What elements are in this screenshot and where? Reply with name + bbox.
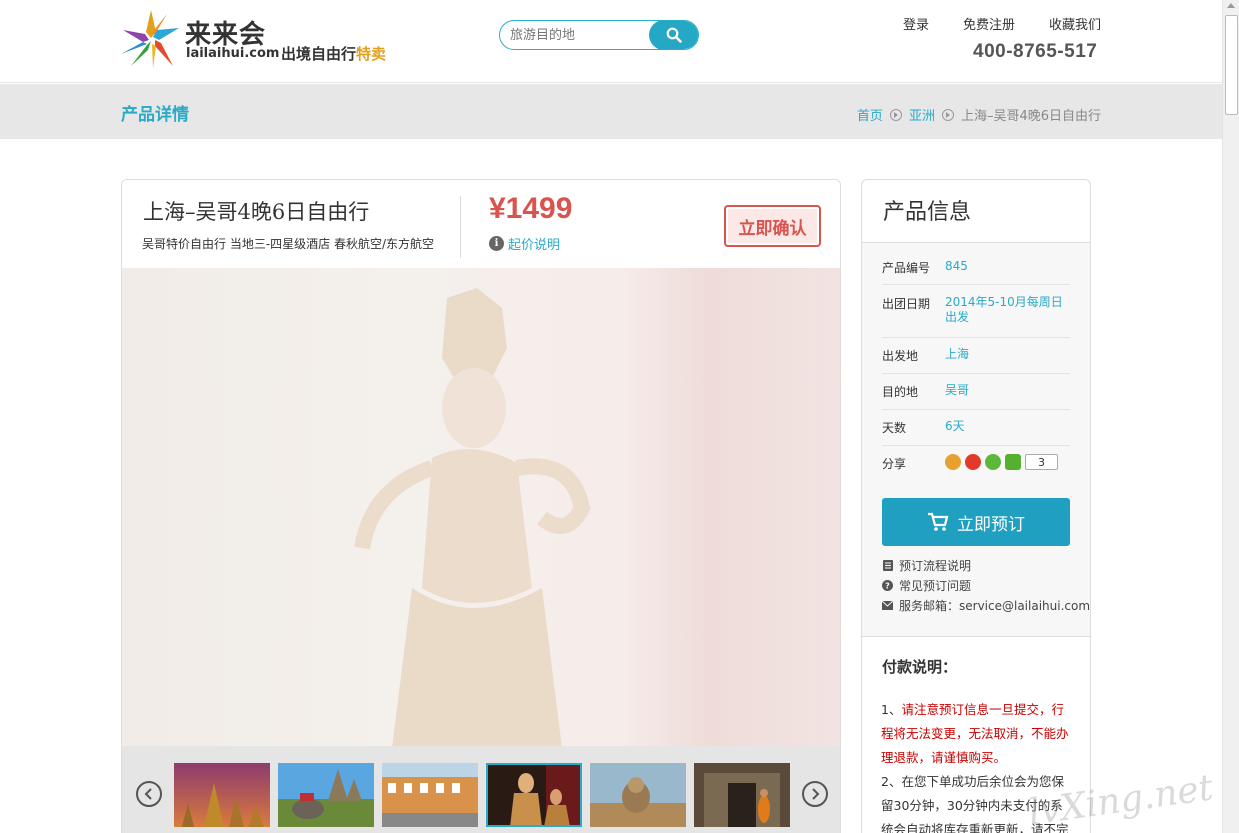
site-header: 来来会 lailaihui.com 出境自由行特卖 登录 免费注册 收藏我们 4… bbox=[0, 0, 1222, 83]
vertical-scrollbar[interactable] bbox=[1222, 0, 1239, 833]
qzone-icon[interactable] bbox=[945, 454, 961, 470]
info-key: 产品编号 bbox=[882, 261, 931, 275]
slogan-main: 出境自由行 bbox=[281, 45, 357, 63]
thumbnail-monkey[interactable] bbox=[590, 763, 686, 827]
thumbnail-colonial-street[interactable] bbox=[382, 763, 478, 827]
info-row-departure-date: 出团日期 2014年5-10月每周日出发 bbox=[882, 295, 1070, 338]
breadcrumb-arrow-icon bbox=[889, 108, 902, 121]
thumbnail-monk-ruins[interactable] bbox=[694, 763, 790, 827]
hotline-phone: 400-8765-517 bbox=[973, 41, 1098, 62]
apsara-dancer-image bbox=[354, 288, 591, 746]
info-value: 6天 bbox=[945, 419, 965, 433]
svg-text:?: ? bbox=[885, 581, 890, 590]
info-icon: i bbox=[489, 236, 504, 251]
logo-star-icon[interactable] bbox=[121, 10, 181, 68]
info-row-days: 天数 6天 bbox=[882, 419, 1070, 446]
divider bbox=[862, 636, 1090, 637]
thumbnail-strip bbox=[122, 746, 840, 833]
prev-arrow-icon[interactable] bbox=[136, 781, 162, 807]
price-note-label: 起价说明 bbox=[508, 238, 561, 253]
share-icons: 3 bbox=[945, 454, 1058, 470]
search-button[interactable] bbox=[649, 21, 698, 49]
thumbnail-temple-sunset[interactable] bbox=[174, 763, 270, 827]
register-link[interactable]: 免费注册 bbox=[963, 14, 1015, 33]
scroll-up-icon[interactable] bbox=[1227, 3, 1235, 8]
booking-process-link[interactable]: 预订流程说明 bbox=[882, 555, 1090, 575]
share-label: 分享 bbox=[882, 457, 907, 471]
payment-item-1-warning: 请注意预订信息一旦提交，行程将无法变更，无法取消，不能办理退款，请谨慎购买。 bbox=[881, 702, 1069, 765]
service-email-link[interactable]: 服务邮箱：service@lailaihui.com bbox=[882, 595, 1090, 615]
hero-image bbox=[122, 268, 840, 746]
thumbnail-elephant-ride[interactable] bbox=[278, 763, 374, 827]
product-subtitle: 吴哥特价自由行 当地三-四星级酒店 春秋航空/东方航空 bbox=[142, 237, 435, 251]
weibo-icon[interactable] bbox=[965, 454, 981, 470]
info-row-share: 分享 3 bbox=[882, 454, 1070, 481]
payment-title: 付款说明： bbox=[882, 658, 958, 676]
panel-body: 产品编号 845 出团日期 2014年5-10月每周日出发 出发地 上海 目的地… bbox=[862, 243, 1090, 637]
price-note-link[interactable]: i 起价说明 bbox=[489, 234, 560, 253]
breadcrumb-arrow-icon bbox=[941, 108, 954, 121]
page-title: 产品详情 bbox=[121, 105, 189, 125]
share-count: 3 bbox=[1025, 454, 1058, 470]
booking-process-label: 预订流程说明 bbox=[899, 558, 972, 573]
info-value: 845 bbox=[945, 259, 968, 273]
confirm-button[interactable]: 立即确认 bbox=[724, 205, 821, 247]
cart-icon bbox=[928, 512, 949, 531]
faq-link[interactable]: ? 常见预订问题 bbox=[882, 575, 1090, 595]
product-price: ¥1499 bbox=[489, 192, 573, 225]
login-link[interactable]: 登录 bbox=[903, 14, 929, 33]
logo-domain: lailaihui.com bbox=[186, 46, 280, 61]
next-arrow-icon[interactable] bbox=[802, 781, 828, 807]
product-card: 上海–吴哥4晚6日自由行 吴哥特价自由行 当地三-四星级酒店 春秋航空/东方航空… bbox=[121, 179, 841, 833]
hero-curtain bbox=[622, 268, 840, 746]
breadcrumb-home[interactable]: 首页 bbox=[857, 105, 883, 124]
breadcrumb: 首页 亚洲 上海–吴哥4晚6日自由行 bbox=[857, 105, 1101, 124]
info-row-origin: 出发地 上海 bbox=[882, 347, 1070, 374]
top-links: 登录 免费注册 收藏我们 bbox=[869, 14, 1101, 33]
info-key: 出团日期 bbox=[882, 297, 931, 311]
info-row-product-id: 产品编号 845 bbox=[882, 259, 1070, 285]
product-info-panel: 产品信息 产品编号 845 出团日期 2014年5-10月每周日出发 出发地 上… bbox=[861, 179, 1091, 833]
info-row-destination: 目的地 吴哥 bbox=[882, 383, 1070, 410]
search-box bbox=[499, 20, 699, 50]
wechat-icon[interactable] bbox=[985, 454, 1001, 470]
slogan-highlight: 特卖 bbox=[356, 45, 387, 63]
document-icon bbox=[882, 559, 893, 571]
thumbnail-apsara-dance[interactable] bbox=[486, 763, 582, 827]
bookmark-link[interactable]: 收藏我们 bbox=[1049, 14, 1101, 33]
info-value: 上海 bbox=[945, 347, 970, 361]
panel-title: 产品信息 bbox=[883, 200, 972, 225]
page-subbar: 产品详情 首页 亚洲 上海–吴哥4晚6日自由行 bbox=[0, 84, 1222, 139]
book-now-button[interactable]: 立即预订 bbox=[882, 498, 1070, 546]
book-now-label: 立即预订 bbox=[957, 514, 1025, 535]
logo-slogan: 出境自由行特卖 bbox=[281, 43, 386, 64]
scroll-thumb[interactable] bbox=[1225, 15, 1238, 115]
breadcrumb-asia[interactable]: 亚洲 bbox=[909, 105, 935, 124]
product-title: 上海–吴哥4晚6日自由行 bbox=[143, 200, 370, 224]
search-input[interactable] bbox=[510, 26, 650, 44]
payment-item-1-prefix: 1、 bbox=[881, 702, 902, 717]
search-icon bbox=[666, 27, 682, 43]
product-header: 上海–吴哥4晚6日自由行 吴哥特价自由行 当地三-四星级酒店 春秋航空/东方航空… bbox=[122, 180, 840, 268]
info-value: 2014年5-10月每周日出发 bbox=[945, 295, 1063, 324]
share-more-icon[interactable] bbox=[1005, 454, 1021, 470]
breadcrumb-current: 上海–吴哥4晚6日自由行 bbox=[960, 109, 1101, 124]
faq-label: 常见预订问题 bbox=[899, 578, 972, 593]
side-links: 预订流程说明 ? 常见预订问题 服务邮箱：service@lailaihui.c… bbox=[882, 555, 1090, 615]
mail-icon bbox=[882, 600, 893, 611]
question-icon: ? bbox=[882, 579, 893, 591]
info-key: 天数 bbox=[882, 421, 907, 435]
divider bbox=[460, 196, 461, 258]
info-key: 出发地 bbox=[882, 349, 919, 363]
info-key: 目的地 bbox=[882, 385, 919, 399]
info-value: 吴哥 bbox=[945, 383, 970, 397]
service-email-label: 服务邮箱：service@lailaihui.com bbox=[899, 598, 1091, 613]
page: 来来会 lailaihui.com 出境自由行特卖 登录 免费注册 收藏我们 4… bbox=[0, 0, 1222, 833]
